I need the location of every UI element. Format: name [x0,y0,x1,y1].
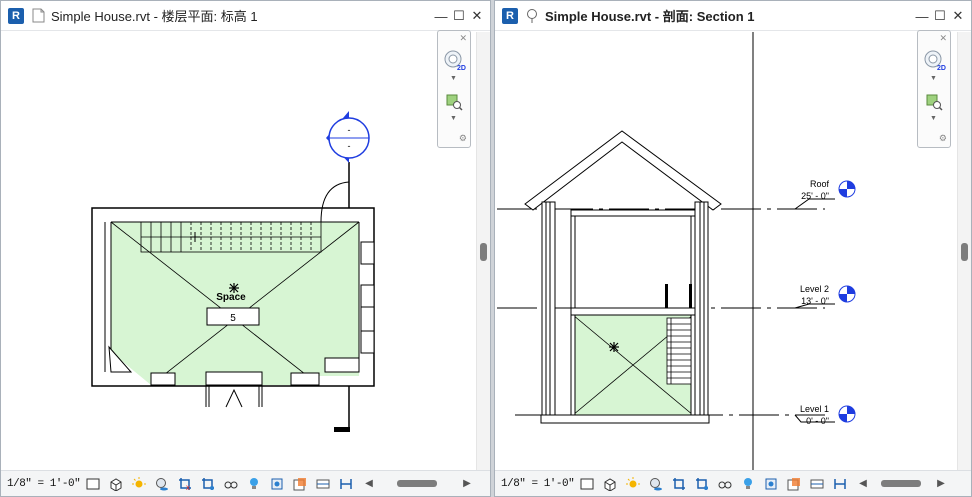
space-fill[interactable] [111,222,359,385]
section-head-top-label: - [348,125,351,135]
detail-level-icon[interactable] [577,475,597,493]
level-elevation-roof[interactable]: 25' - 0" [801,191,829,201]
temporary-hide-icon[interactable] [715,475,735,493]
counter [324,357,360,373]
constraints-icon[interactable] [830,475,850,493]
level-name-roof[interactable]: Roof [810,179,830,189]
restore-button[interactable]: ☐ [933,8,947,23]
room-number-label[interactable]: 5 [230,313,236,324]
svg-text:x: x [186,483,190,491]
zoom-dropdown-icon[interactable]: ▼ [450,115,457,122]
title-bar[interactable]: R Simple House.rvt - 剖面: Section 1 — ☐ ✕ [495,1,971,31]
section-view-icon [524,8,540,24]
analytical-model-icon[interactable] [290,475,310,493]
section-window[interactable]: R Simple House.rvt - 剖面: Section 1 — ☐ ✕ [494,0,972,497]
horizontal-scrollbar[interactable]: ◀ ▶ [857,477,947,491]
navbar-close-icon[interactable]: ✕ [459,33,467,44]
constraints-icon[interactable] [336,475,356,493]
section-head-marker[interactable] [326,111,370,163]
drawing-canvas[interactable]: Roof 25' - 0" Level 2 13' - 0" Level 1 0… [495,30,957,472]
navbar-options-icon[interactable]: ⚙ [459,133,467,144]
view-scale[interactable]: 1/8" = 1'-0" [7,478,83,490]
analytical-model-icon[interactable] [784,475,804,493]
horizontal-scroll-thumb[interactable] [881,480,921,487]
navigation-bar[interactable]: ✕ 2D ▼ ▼ ⚙ [917,30,951,148]
view-control-bar: 1/8" = 1'-0" ◀ ▶ [495,470,971,496]
front-door[interactable] [205,371,263,408]
show-crop-region-icon[interactable] [692,475,712,493]
title-bar[interactable]: R Simple House.rvt - 楼层平面: 标高 1 — ☐ ✕ [1,1,490,31]
reveal-hidden-icon[interactable] [244,475,264,493]
level-elevation-level-2[interactable]: 13' - 0" [801,296,829,306]
level-name-level-2[interactable]: Level 2 [800,284,829,294]
wheel-2d-label: 2D [457,65,466,72]
zoom-dropdown-icon[interactable]: ▼ [930,115,937,122]
scroll-left-icon[interactable]: ◀ [857,478,869,489]
railing-post [689,284,692,308]
wheel-dropdown-icon[interactable]: ▼ [930,75,937,82]
crop-view-icon[interactable]: x [175,475,195,493]
vertical-scrollbar[interactable] [957,32,971,470]
view-control-bar: 1/8" = 1'-0" x ◀ ▶ [1,470,490,496]
level-elevation-level-1[interactable]: 0' - 0" [806,416,829,426]
sun-path-icon[interactable] [623,475,643,493]
reveal-hidden-icon[interactable] [738,475,758,493]
view-scale[interactable]: 1/8" = 1'-0" [501,478,577,490]
navbar-options-icon[interactable]: ⚙ [939,133,947,144]
section-tail-marker [334,427,350,432]
worksharing-display-icon[interactable] [761,475,781,493]
railing-post [665,284,668,308]
horizontal-scroll-thumb[interactable] [397,480,437,487]
wheel-2d-label: 2D [937,65,946,72]
detail-level-icon[interactable] [83,475,103,493]
wheel-dropdown-icon[interactable]: ▼ [450,75,457,82]
close-button[interactable]: ✕ [951,8,965,23]
revit-app-icon: R [8,7,24,24]
minimize-button[interactable]: — [915,9,929,24]
floor-plan-view-icon [30,8,46,24]
vertical-scroll-thumb[interactable] [480,243,487,261]
room-reference-cross[interactable] [609,342,619,352]
scroll-left-icon[interactable]: ◀ [363,478,375,489]
vertical-scrollbar[interactable] [476,32,490,470]
close-button[interactable]: ✕ [470,8,484,23]
scroll-right-icon[interactable]: ▶ [461,478,473,489]
floor-plan-window[interactable]: R Simple House.rvt - 楼层平面: 标高 1 — ☐ ✕ - … [0,0,491,497]
room-name-label[interactable]: Space [216,292,246,303]
drawing-canvas[interactable]: - - Space 5 ✕ 2D ▼ ▼ ⚙ [1,30,476,470]
visual-style-icon[interactable] [106,475,126,493]
scroll-right-icon[interactable]: ▶ [935,478,947,489]
highlight-displacement-icon[interactable] [313,475,333,493]
navigation-bar[interactable]: ✕ 2D ▼ ▼ ⚙ [437,30,471,148]
shadows-icon[interactable] [152,475,172,493]
section-head-bottom-label: - [348,141,351,151]
roof[interactable] [524,130,722,211]
navbar-close-icon[interactable]: ✕ [939,33,947,44]
window-title: Simple House.rvt - 楼层平面: 标高 1 [51,9,258,24]
show-crop-region-icon[interactable] [198,475,218,493]
restore-button[interactable]: ☐ [452,8,466,23]
window-title: Simple House.rvt - 剖面: Section 1 [545,9,755,24]
revit-app-icon: R [502,7,518,24]
stairs[interactable] [666,317,692,385]
level-name-level-1[interactable]: Level 1 [800,404,829,414]
shadows-icon[interactable] [646,475,666,493]
zoom-region-icon[interactable] [443,91,465,113]
worksharing-display-icon[interactable] [267,475,287,493]
crop-view-icon[interactable] [669,475,689,493]
right-windows[interactable] [360,241,375,354]
zoom-region-icon[interactable] [923,91,945,113]
minimize-button[interactable]: — [434,9,448,24]
vertical-scroll-thumb[interactable] [961,243,968,261]
highlight-displacement-icon[interactable] [807,475,827,493]
sun-path-icon[interactable] [129,475,149,493]
temporary-hide-icon[interactable] [221,475,241,493]
visual-style-icon[interactable] [600,475,620,493]
horizontal-scrollbar[interactable]: ◀ ▶ [363,477,473,491]
